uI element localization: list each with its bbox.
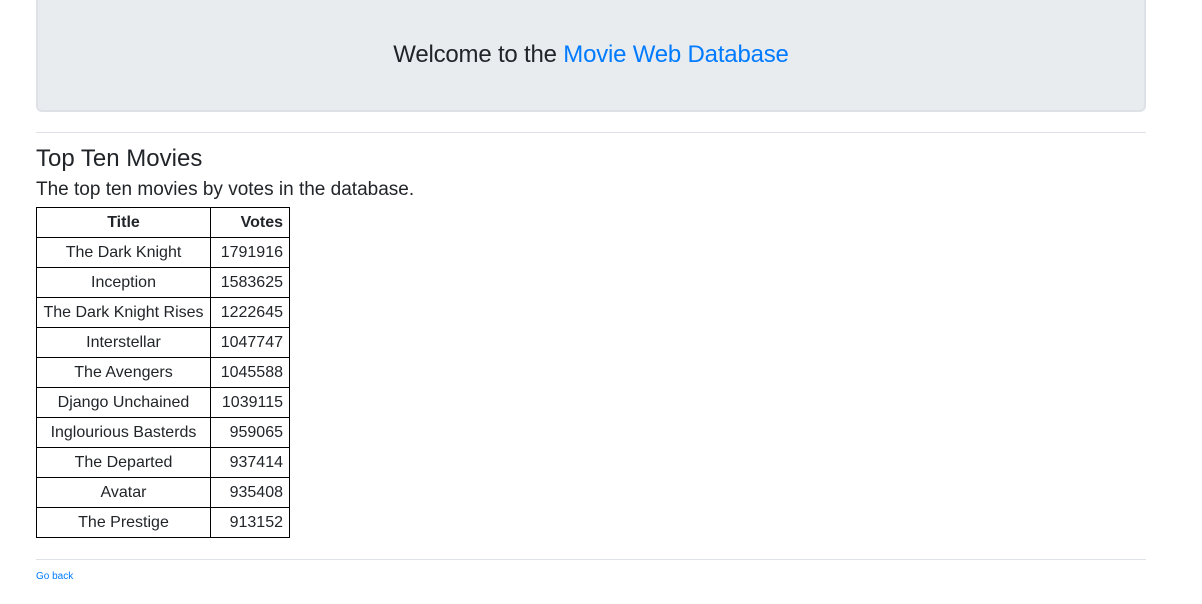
site-name-link[interactable]: Movie Web Database bbox=[563, 41, 789, 68]
divider-bottom bbox=[36, 559, 1146, 560]
table-row: The Avengers 1045588 bbox=[36, 357, 290, 388]
table-row: The Prestige 913152 bbox=[36, 507, 290, 538]
table-row: Django Unchained 1039115 bbox=[36, 387, 290, 418]
welcome-heading: Welcome to the Movie Web Database bbox=[393, 41, 789, 69]
movie-votes: 1791916 bbox=[210, 237, 290, 268]
table-header-row: Title Votes bbox=[36, 207, 290, 238]
movie-votes: 937414 bbox=[210, 447, 290, 478]
movie-votes: 913152 bbox=[210, 507, 290, 538]
welcome-banner: Welcome to the Movie Web Database bbox=[36, 0, 1146, 112]
movie-votes: 1222645 bbox=[210, 297, 290, 328]
column-header-title: Title bbox=[36, 207, 211, 238]
movie-title: Inception bbox=[36, 267, 211, 298]
movie-title: Interstellar bbox=[36, 327, 211, 358]
table-row: Interstellar 1047747 bbox=[36, 327, 290, 358]
table-row: Avatar 935408 bbox=[36, 477, 290, 508]
movie-title: The Dark Knight Rises bbox=[36, 297, 211, 328]
movie-title: Django Unchained bbox=[36, 387, 211, 418]
movie-title: Inglourious Basterds bbox=[36, 417, 211, 448]
table-row: The Departed 937414 bbox=[36, 447, 290, 478]
divider-top bbox=[36, 132, 1146, 133]
table-row: Inception 1583625 bbox=[36, 267, 290, 298]
movie-votes: 959065 bbox=[210, 417, 290, 448]
movie-title: The Dark Knight bbox=[36, 237, 211, 268]
movie-votes: 1047747 bbox=[210, 327, 290, 358]
go-back-link[interactable]: Go back bbox=[36, 571, 73, 582]
section-subtitle: The top ten movies by votes in the datab… bbox=[36, 179, 415, 200]
movie-votes: 1045588 bbox=[210, 357, 290, 388]
movie-title: Avatar bbox=[36, 477, 211, 508]
table-row: The Dark Knight 1791916 bbox=[36, 237, 290, 268]
welcome-prefix: Welcome to the bbox=[393, 41, 564, 68]
table-row: Inglourious Basterds 959065 bbox=[36, 417, 290, 448]
table-row: The Dark Knight Rises 1222645 bbox=[36, 297, 290, 328]
movie-votes: 935408 bbox=[210, 477, 290, 508]
section-title: Top Ten Movies bbox=[36, 145, 203, 172]
top-movies-table: Title Votes The Dark Knight 1791916 Incep… bbox=[36, 207, 290, 538]
page-container: Welcome to the Movie Web Database Top Te… bbox=[36, 0, 1146, 582]
movie-title: The Departed bbox=[36, 447, 211, 478]
column-header-votes: Votes bbox=[210, 207, 290, 238]
movie-votes: 1583625 bbox=[210, 267, 290, 298]
movie-votes: 1039115 bbox=[210, 387, 290, 418]
movie-title: The Avengers bbox=[36, 357, 211, 388]
movie-title: The Prestige bbox=[36, 507, 211, 538]
